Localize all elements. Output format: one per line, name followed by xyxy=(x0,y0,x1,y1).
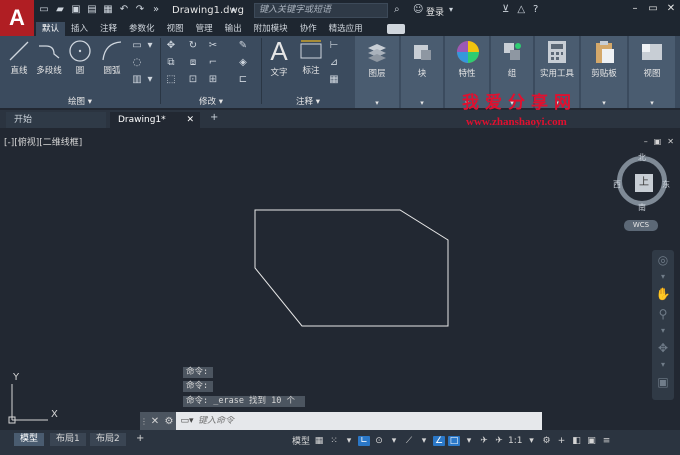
drag-handle-icon[interactable]: ⋮ xyxy=(140,417,148,426)
annotation-scale[interactable]: 1:1 xyxy=(508,436,522,446)
object-snap-tracking-icon[interactable]: ∠ xyxy=(433,435,446,446)
command-line: ⋮ ✕ ⚙ ▭▾ xyxy=(140,412,542,430)
command-history-line: 命令: xyxy=(183,367,213,378)
workspace-icon[interactable]: ⚙ xyxy=(541,436,553,446)
zoom-icon[interactable]: ⚲ xyxy=(652,304,674,324)
isolate-objects-icon[interactable]: ◧ xyxy=(571,436,583,446)
isodraft-icon[interactable]: ⟋ xyxy=(403,436,415,446)
viewcube-east[interactable]: 东 xyxy=(662,179,670,190)
steering-dropdown-icon[interactable]: ▾ xyxy=(652,270,674,284)
command-input[interactable] xyxy=(198,416,498,426)
command-history-line: 命令: _erase 找到 10 个 xyxy=(183,396,305,407)
orbit-icon[interactable]: ✥ xyxy=(652,338,674,358)
annotation-monitor-icon[interactable]: + xyxy=(556,436,568,446)
snap-icon[interactable]: ⁙ xyxy=(328,436,340,446)
polar-dropdown-icon[interactable]: ▾ xyxy=(388,436,400,446)
drawn-polyline[interactable] xyxy=(254,209,449,327)
ucs-icon xyxy=(8,384,48,424)
snap-dropdown-icon[interactable]: ▾ xyxy=(343,436,355,446)
ucs-y-label: Y xyxy=(13,372,20,383)
viewcube-south[interactable]: 南 xyxy=(638,202,646,213)
command-input-wrap: ▭▾ xyxy=(176,412,542,430)
navigation-bar: ◎ ▾ ✋ ⚲ ▾ ✥ ▾ ▣ xyxy=(652,250,674,400)
viewcube[interactable]: 上 xyxy=(617,156,667,206)
scale-dropdown-icon[interactable]: ▾ xyxy=(526,436,538,446)
close-command-line-icon[interactable]: ✕ xyxy=(148,416,162,427)
recent-commands-icon[interactable]: ▭▾ xyxy=(176,416,198,426)
add-layout-icon[interactable]: + xyxy=(136,433,144,444)
viewcube-top-face[interactable]: 上 xyxy=(635,174,653,192)
polar-icon[interactable]: ⊙ xyxy=(373,436,385,446)
status-bar: 模型 布局1 布局2 + 模型 ▦ ⁙ ▾ ∟ ⊙ ▾ ⟋ ▾ ∠ □ ▾ ✈ … xyxy=(0,430,680,455)
isodraft-dropdown-icon[interactable]: ▾ xyxy=(418,436,430,446)
ortho-icon[interactable]: ∟ xyxy=(358,435,371,446)
object-snap-icon[interactable]: □ xyxy=(448,435,461,446)
autoscale-icon[interactable]: ✈ xyxy=(493,436,505,446)
status-toggles: 模型 ▦ ⁙ ▾ ∟ ⊙ ▾ ⟋ ▾ ∠ □ ▾ ✈ ✈ 1:1 ▾ ⚙ + ◧… xyxy=(292,434,613,447)
clean-screen-icon[interactable]: ▣ xyxy=(586,436,598,446)
drawing-canvas[interactable] xyxy=(0,0,680,455)
tab-layout2[interactable]: 布局2 xyxy=(90,433,126,446)
command-history-line: 命令: xyxy=(183,381,213,392)
wcs-menu[interactable]: WCS xyxy=(624,220,658,231)
customize-icon[interactable]: ⚙ xyxy=(162,416,176,427)
showmotion-icon[interactable]: ▣ xyxy=(652,372,674,392)
viewcube-west[interactable]: 西 xyxy=(613,179,621,190)
object-snap-dropdown-icon[interactable]: ▾ xyxy=(463,436,475,446)
orbit-dropdown-icon[interactable]: ▾ xyxy=(652,358,674,372)
model-space-button[interactable]: 模型 xyxy=(292,434,310,447)
ucs-x-label: X xyxy=(51,409,58,420)
customization-icon[interactable]: ≡ xyxy=(601,436,613,446)
annotation-visibility-icon[interactable]: ✈ xyxy=(478,436,490,446)
viewcube-north[interactable]: 北 xyxy=(638,152,646,163)
zoom-dropdown-icon[interactable]: ▾ xyxy=(652,324,674,338)
tab-model[interactable]: 模型 xyxy=(14,433,45,446)
steering-wheel-icon[interactable]: ◎ xyxy=(652,250,674,270)
pan-icon[interactable]: ✋ xyxy=(652,284,674,304)
tab-layout1[interactable]: 布局1 xyxy=(50,433,86,446)
grid-icon[interactable]: ▦ xyxy=(313,436,325,446)
